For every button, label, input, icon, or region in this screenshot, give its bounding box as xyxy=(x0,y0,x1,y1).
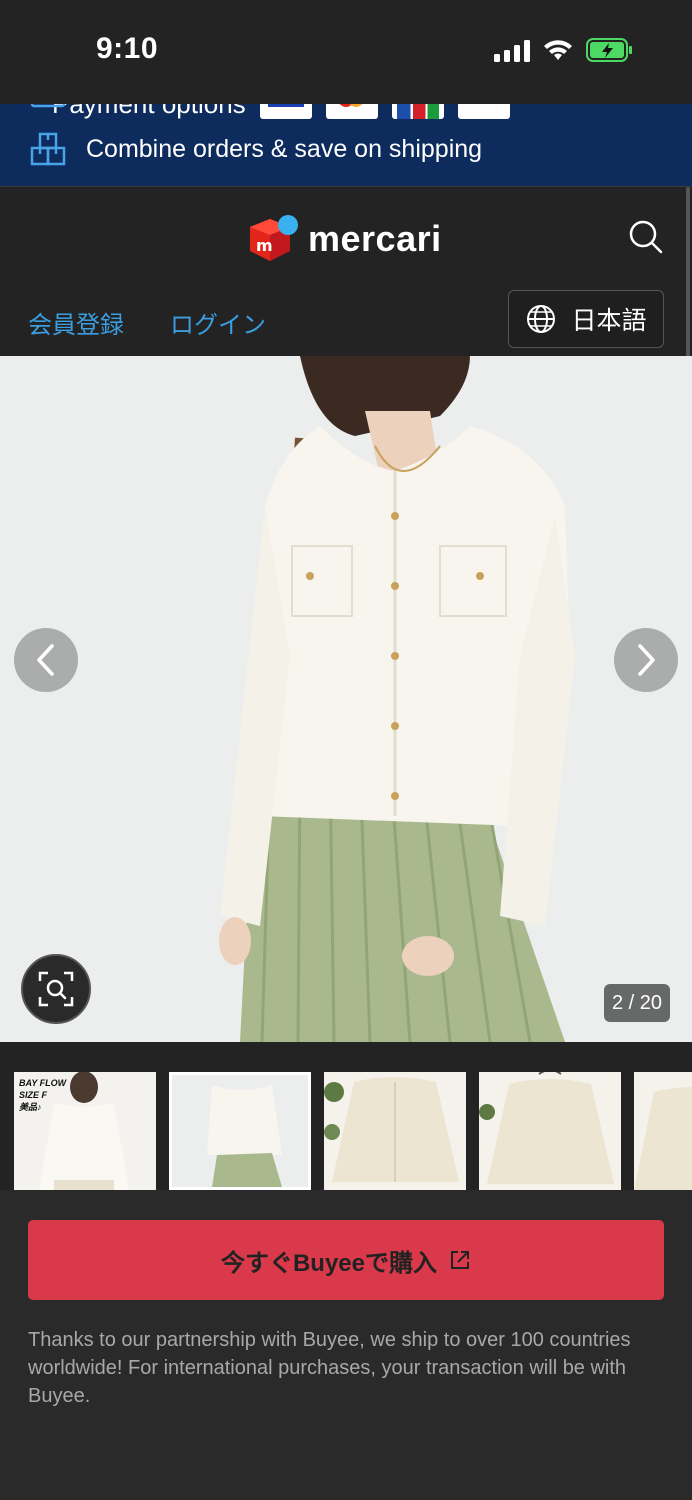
mercari-logo[interactable]: m mercari xyxy=(248,213,442,265)
thumbnail-photo xyxy=(324,1072,466,1190)
signal-icon xyxy=(494,38,530,62)
purchase-section: 今すぐBuyeeで購入 Thanks to our partnership wi… xyxy=(0,1190,692,1500)
mercari-cube-icon: m xyxy=(250,215,298,261)
search-button[interactable] xyxy=(628,219,664,255)
combine-orders-label: Combine orders & save on shipping xyxy=(86,134,483,163)
chevron-left-icon xyxy=(37,644,54,676)
image-search-button[interactable] xyxy=(21,954,91,1024)
combine-orders-row[interactable]: Combine orders & save on shipping xyxy=(30,132,482,166)
thumbnail-2[interactable] xyxy=(169,1072,311,1190)
svg-text:m: m xyxy=(256,236,273,255)
logo-wordmark: mercari xyxy=(308,218,442,259)
promo-banner: Payment options Combine orders & save on… xyxy=(0,104,692,186)
payment-options-row[interactable]: Payment options xyxy=(30,104,510,122)
image-search-icon xyxy=(38,971,74,1007)
language-label: 日本語 xyxy=(571,307,647,335)
auth-nav: 会員登録 ログイン 日本語 xyxy=(0,287,692,357)
thumbnail-photo xyxy=(634,1072,692,1190)
thumbnail-5[interactable] xyxy=(634,1072,692,1190)
visa-logo-icon xyxy=(259,104,312,119)
mastercard-logo-icon xyxy=(325,104,378,119)
status-bar: 9:10 xyxy=(0,0,692,104)
card-logo-icon xyxy=(457,104,510,119)
buyee-notice: Thanks to our partnership with Buyee, we… xyxy=(28,1329,631,1407)
previous-image-button[interactable] xyxy=(14,628,78,692)
language-selector[interactable]: 日本語 xyxy=(508,290,664,348)
page-scrollbar[interactable] xyxy=(686,187,690,357)
next-image-button[interactable] xyxy=(614,628,678,692)
caption-line-2: SIZE F xyxy=(19,1090,48,1100)
thumbnail-caption: BAY FLOW SIZE F 美品♪ xyxy=(19,1077,66,1113)
status-time: 9:10 xyxy=(96,32,159,65)
site-header: m mercari 会員登録 ログイン 日本語 xyxy=(0,186,692,357)
thumbnail-3[interactable] xyxy=(324,1072,466,1190)
image-counter: 2 / 20 xyxy=(603,984,670,1022)
thumbnail-photo xyxy=(172,1075,308,1187)
jcb-logo-icon xyxy=(391,104,444,119)
thumbnail-1[interactable]: BAY FLOW SIZE F 美品♪ xyxy=(14,1072,156,1190)
chevron-right-icon xyxy=(638,644,655,676)
boxes-icon xyxy=(30,132,66,166)
product-photo xyxy=(0,356,692,1042)
register-link[interactable]: 会員登録 xyxy=(28,305,124,340)
caption-line-1: BAY FLOW xyxy=(19,1078,67,1088)
status-icons xyxy=(494,38,634,62)
globe-icon xyxy=(527,305,556,333)
caption-line-3: 美品♪ xyxy=(19,1102,42,1112)
thumbnail-strip[interactable]: BAY FLOW SIZE F 美品♪ xyxy=(0,1042,692,1190)
search-icon xyxy=(629,220,663,254)
payment-options-label: Payment options xyxy=(52,104,246,120)
thumbnail-4[interactable] xyxy=(479,1072,621,1190)
login-link[interactable]: ログイン xyxy=(170,305,266,340)
external-link-icon xyxy=(451,1251,470,1269)
thumbnail-photo xyxy=(479,1072,621,1190)
product-main-image[interactable]: 2 / 20 xyxy=(0,356,692,1042)
battery-charging-icon xyxy=(586,38,632,62)
buy-button-label: 今すぐBuyeeで購入 xyxy=(220,1249,438,1277)
buy-with-buyee-button[interactable]: 今すぐBuyeeで購入 xyxy=(28,1220,664,1300)
wifi-icon xyxy=(544,40,572,60)
wallet-icon xyxy=(30,104,66,108)
